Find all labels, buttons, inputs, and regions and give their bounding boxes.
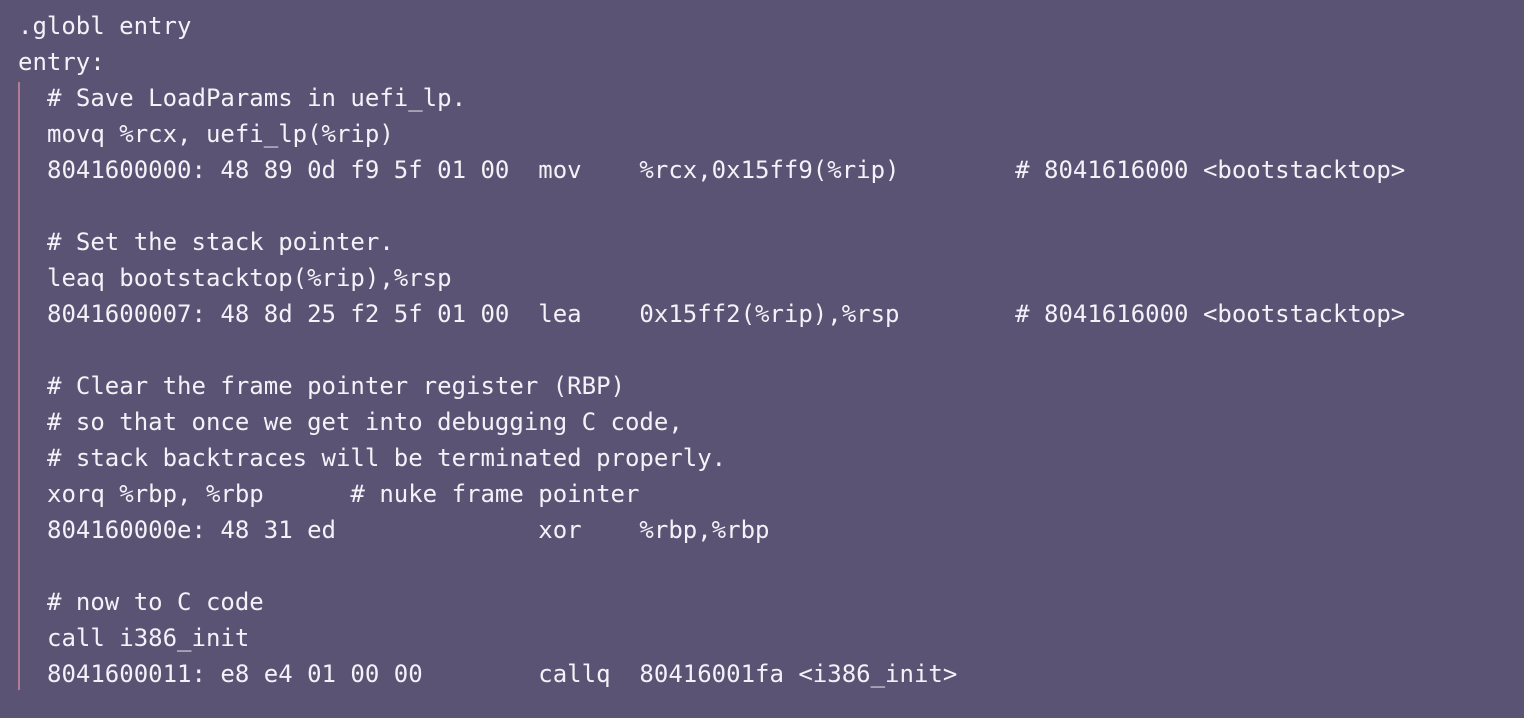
code-line-leaq: leaq bootstacktop(%rip),%rsp xyxy=(47,264,452,292)
code-line-disasm-callq: 8041600011: e8 e4 01 00 00 callq 8041600… xyxy=(47,660,958,688)
indent-guide xyxy=(18,82,20,690)
code-line-comment-debugging: # so that once we get into debugging C c… xyxy=(47,408,683,436)
code-line-comment-save-loadparams: # Save LoadParams in uefi_lp. xyxy=(47,84,467,112)
code-line-comment-backtraces: # stack backtraces will be terminated pr… xyxy=(47,444,727,472)
code-line-comment-stack-pointer: # Set the stack pointer. xyxy=(47,228,394,256)
code-line-disasm-lea: 8041600007: 48 8d 25 f2 5f 01 00 lea 0x1… xyxy=(47,300,1406,328)
code-line-entry-label: entry: xyxy=(18,48,105,76)
code-view: .globl entry entry: # Save LoadParams in… xyxy=(0,0,1524,718)
code-line-call: call i386_init xyxy=(47,624,250,652)
code-line-disasm-xor: 804160000e: 48 31 ed xor %rbp,%rbp xyxy=(47,516,770,544)
code-line-movq: movq %rcx, uefi_lp(%rip) xyxy=(47,120,394,148)
code-line-comment-clear-rbp: # Clear the frame pointer register (RBP) xyxy=(47,372,625,400)
code-line-comment-c-code: # now to C code xyxy=(47,588,264,616)
code-line-globl: .globl entry xyxy=(18,12,192,40)
code-line-disasm-mov: 8041600000: 48 89 0d f9 5f 01 00 mov %rc… xyxy=(47,156,1406,184)
code-line-xorq: xorq %rbp, %rbp # nuke frame pointer xyxy=(47,480,640,508)
